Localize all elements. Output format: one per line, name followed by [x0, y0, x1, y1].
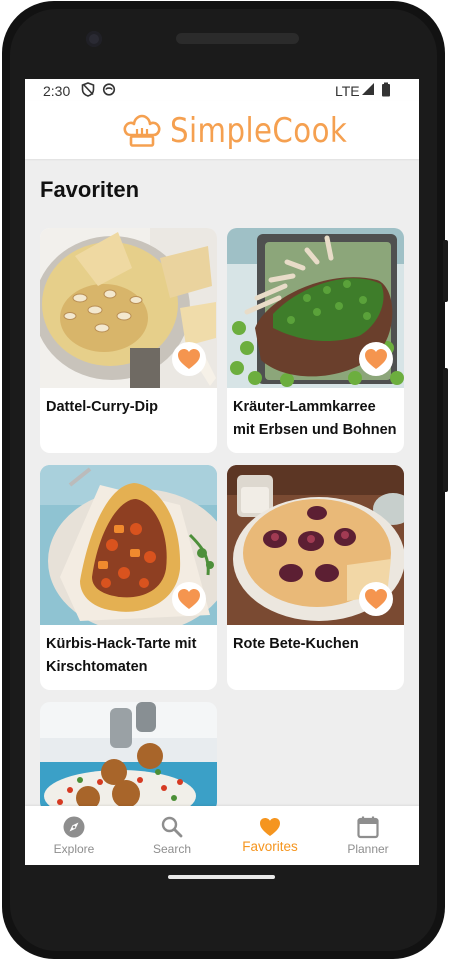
- recipe-title: Kürbis-Hack-Tarte mit Kirschtomaten: [46, 636, 197, 675]
- volume-button: [443, 368, 448, 492]
- page-title: Favoriten: [40, 177, 140, 202]
- app-screen: 2:30 LTE SimpleCook Favoriten Dattel-Cur…: [25, 79, 419, 865]
- compass-icon: [63, 816, 85, 838]
- recipe-card[interactable]: Kräuter-Lammkarree mit Erbsen und Bohnen: [227, 228, 404, 453]
- battery-icon: [382, 82, 390, 97]
- favorite-toggle[interactable]: [172, 582, 206, 616]
- recipe-title: Rote Bete-Kuchen: [233, 636, 359, 652]
- power-button: [443, 240, 448, 302]
- recipe-card[interactable]: Dattel-Curry-Dip: [40, 228, 217, 453]
- nav-explore[interactable]: Explore: [25, 806, 123, 865]
- shield-icon: [81, 82, 95, 97]
- nav-favorites-label: Favorites: [242, 839, 298, 854]
- bottom-navigation: Explore Search Favorites Planner: [25, 806, 419, 865]
- status-bar: 2:30 LTE: [25, 79, 419, 101]
- nav-search[interactable]: Search: [123, 806, 221, 865]
- recipe-title: Dattel-Curry-Dip: [46, 399, 158, 415]
- heart-icon: [260, 818, 280, 836]
- nav-planner[interactable]: Planner: [319, 806, 417, 865]
- recipe-card[interactable]: Kürbis-Hack-Tarte mit Kirschtomaten: [40, 465, 217, 690]
- calendar-icon: [357, 816, 379, 839]
- signal-icon: [362, 83, 374, 95]
- nav-explore-label: Explore: [53, 842, 95, 856]
- favorite-toggle[interactable]: [172, 342, 206, 376]
- earpiece-speaker: [176, 33, 299, 44]
- recipe-image: [40, 702, 217, 812]
- app-logo: SimpleCook: [122, 107, 376, 155]
- heart-icon: [365, 589, 387, 609]
- heart-icon: [178, 589, 200, 609]
- front-camera: [86, 31, 102, 47]
- recipe-title: Kräuter-Lammkarree mit Erbsen und Bohnen: [233, 399, 397, 438]
- search-icon: [161, 816, 183, 838]
- status-time: 2:30: [43, 83, 71, 99]
- recipe-card[interactable]: Rote Bete-Kuchen: [227, 465, 404, 690]
- app-header: SimpleCook: [25, 101, 419, 159]
- chef-hat-icon: [123, 114, 161, 147]
- recipe-card[interactable]: [40, 702, 217, 812]
- sync-icon: [102, 83, 116, 96]
- nav-planner-label: Planner: [347, 842, 389, 856]
- favorite-toggle[interactable]: [359, 582, 393, 616]
- nav-search-label: Search: [152, 842, 192, 856]
- nav-favorites[interactable]: Favorites: [221, 806, 319, 865]
- network-type: LTE: [335, 83, 360, 99]
- app-title: SimpleCook: [170, 111, 348, 151]
- heart-icon: [178, 349, 200, 369]
- heart-icon: [365, 349, 387, 369]
- favorite-toggle[interactable]: [359, 342, 393, 376]
- home-indicator[interactable]: [168, 875, 275, 879]
